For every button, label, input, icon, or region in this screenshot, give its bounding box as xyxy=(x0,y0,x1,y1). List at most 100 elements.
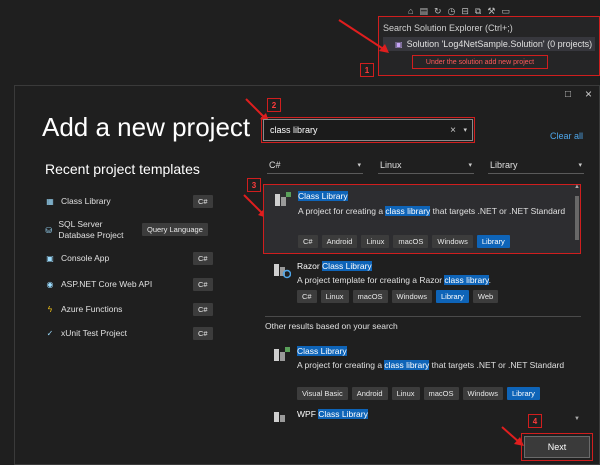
template-name: Class Library xyxy=(298,191,348,201)
tag: Linux xyxy=(361,235,390,248)
switch-views-icon[interactable]: ▤ xyxy=(419,6,428,17)
tag: Visual Basic xyxy=(297,387,348,400)
template-name: Razor Class Library xyxy=(297,261,372,271)
template-razor-class-library[interactable]: Razor Class Library A project template f… xyxy=(263,257,581,309)
tag: Library xyxy=(476,235,510,248)
step-badge-4: 4 xyxy=(528,414,542,428)
tag: Library xyxy=(435,290,469,303)
solution-label: Solution 'Log4NetSample.Solution' (0 pro… xyxy=(406,39,593,49)
close-icon[interactable]: × xyxy=(585,87,592,101)
template-name: Class Library xyxy=(297,346,347,356)
tag: Windows xyxy=(462,387,503,400)
recent-item-web-api[interactable]: ◉ ASP.NET Core Web API xyxy=(45,279,215,289)
template-description: A project for creating a class library t… xyxy=(298,206,566,216)
recent-item-class-library[interactable]: ▦ Class Library xyxy=(45,196,215,206)
template-search-input[interactable]: class library × ▾ xyxy=(261,117,475,143)
wpf-library-icon xyxy=(274,412,285,422)
recent-item-label: SQL Server Database Project xyxy=(58,219,124,240)
language-tag: C# xyxy=(193,252,213,265)
step-badge-3: 3 xyxy=(247,178,261,192)
tag: Windows xyxy=(391,290,432,303)
collapse-icon[interactable]: ⊟ xyxy=(461,6,469,17)
tag: Library xyxy=(506,387,540,400)
tag: Windows xyxy=(432,235,473,248)
console-app-icon: ▣ xyxy=(46,253,54,263)
tag: Linux xyxy=(320,290,349,303)
properties-icon[interactable]: ⚒ xyxy=(487,6,495,17)
template-tags: Visual Basic Android Linux macOS Windows… xyxy=(297,387,540,400)
class-library-icon: ▦ xyxy=(46,196,54,206)
project-type-filter-value: Library xyxy=(490,159,518,170)
template-class-library[interactable]: Class Library A project for creating a c… xyxy=(263,184,581,254)
razor-library-icon xyxy=(274,264,291,279)
annotation-arrow-4 xyxy=(501,426,524,446)
sync-icon[interactable]: ↻ xyxy=(434,6,442,17)
scroll-up-icon[interactable]: ▲ xyxy=(574,184,580,190)
template-vb-class-library[interactable]: Class Library A project for creating a c… xyxy=(263,342,581,404)
class-library-icon xyxy=(275,192,291,206)
recent-item-label: xUnit Test Project xyxy=(61,328,127,338)
other-results-heading: Other results based on your search xyxy=(265,321,398,331)
language-tag: C# xyxy=(193,195,213,208)
language-filter[interactable]: C# ▾ xyxy=(267,156,363,174)
home-icon[interactable]: ⌂ xyxy=(408,6,413,16)
results-scrollbar[interactable]: ▲ ▼ xyxy=(573,184,581,422)
tag: C# xyxy=(297,290,317,303)
search-value: class library xyxy=(270,125,318,135)
solution-node[interactable]: ▣ Solution 'Log4NetSample.Solution' (0 p… xyxy=(383,37,595,51)
language-tag: Query Language xyxy=(142,223,208,236)
solution-icon: ▣ xyxy=(395,39,403,49)
preview-icon[interactable]: ▭ xyxy=(501,6,510,17)
scroll-thumb[interactable] xyxy=(575,196,579,240)
tag: macOS xyxy=(393,235,429,248)
recent-templates-heading: Recent project templates xyxy=(45,161,200,177)
annotation-hint: Under the solution add new project xyxy=(412,55,548,69)
recent-item-label: Console App xyxy=(61,253,110,263)
tag: macOS xyxy=(423,387,459,400)
tag: Linux xyxy=(391,387,420,400)
azure-functions-icon: ϟ xyxy=(47,304,53,314)
step-badge-1: 1 xyxy=(360,63,374,77)
add-new-project-dialog: □ × Add a new project Recent project tem… xyxy=(14,85,600,465)
template-tags: C# Linux macOS Windows Library Web xyxy=(297,290,499,303)
web-api-icon: ◉ xyxy=(46,279,54,289)
next-button[interactable]: Next xyxy=(521,433,593,461)
tag: Web xyxy=(472,290,499,303)
template-name: WPF Class Library xyxy=(297,409,368,419)
language-filter-value: C# xyxy=(269,159,281,170)
show-all-files-icon[interactable]: ⧉ xyxy=(475,6,481,17)
scroll-down-icon[interactable]: ▼ xyxy=(574,416,580,422)
tag: macOS xyxy=(352,290,388,303)
chevron-down-icon: ▾ xyxy=(468,161,472,169)
chevron-down-icon: ▾ xyxy=(578,161,582,169)
recent-item-label: Azure Functions xyxy=(61,304,123,314)
clear-search-icon[interactable]: × xyxy=(450,125,456,136)
chevron-down-icon[interactable]: ▾ xyxy=(463,126,467,134)
language-tag: C# xyxy=(193,278,213,291)
language-tag: C# xyxy=(193,327,213,340)
template-results-list[interactable]: Class Library A project for creating a c… xyxy=(263,184,587,422)
recent-item-xunit[interactable]: ✓ xUnit Test Project xyxy=(45,328,215,338)
maximize-icon[interactable]: □ xyxy=(565,89,571,100)
tag: Android xyxy=(321,235,358,248)
recent-item-console-app[interactable]: ▣ Console App xyxy=(45,253,215,263)
recent-item-sql-server[interactable]: ⛁ SQL Server Database Project xyxy=(45,219,140,241)
clear-all-link[interactable]: Clear all xyxy=(550,131,583,141)
class-library-icon xyxy=(274,347,290,361)
template-description: A project template for creating a Razor … xyxy=(297,275,492,285)
platform-filter[interactable]: Linux ▾ xyxy=(378,156,474,174)
annotation-arrow-1 xyxy=(338,19,389,53)
solution-explorer-search[interactable]: Search Solution Explorer (Ctrl+;) xyxy=(383,23,513,33)
history-icon[interactable]: ◷ xyxy=(448,6,456,17)
template-description: A project for creating a class library t… xyxy=(297,360,565,370)
dialog-title: Add a new project xyxy=(42,112,251,142)
divider xyxy=(265,316,581,317)
recent-item-label: ASP.NET Core Web API xyxy=(61,279,153,289)
recent-item-azure-functions[interactable]: ϟ Azure Functions xyxy=(45,304,215,314)
project-type-filter[interactable]: Library ▾ xyxy=(488,156,584,174)
tag: Android xyxy=(351,387,388,400)
chevron-down-icon: ▾ xyxy=(357,161,361,169)
template-tags: C# Android Linux macOS Windows Library xyxy=(298,235,510,248)
recent-item-label: Class Library xyxy=(61,196,111,206)
tag: C# xyxy=(298,235,318,248)
